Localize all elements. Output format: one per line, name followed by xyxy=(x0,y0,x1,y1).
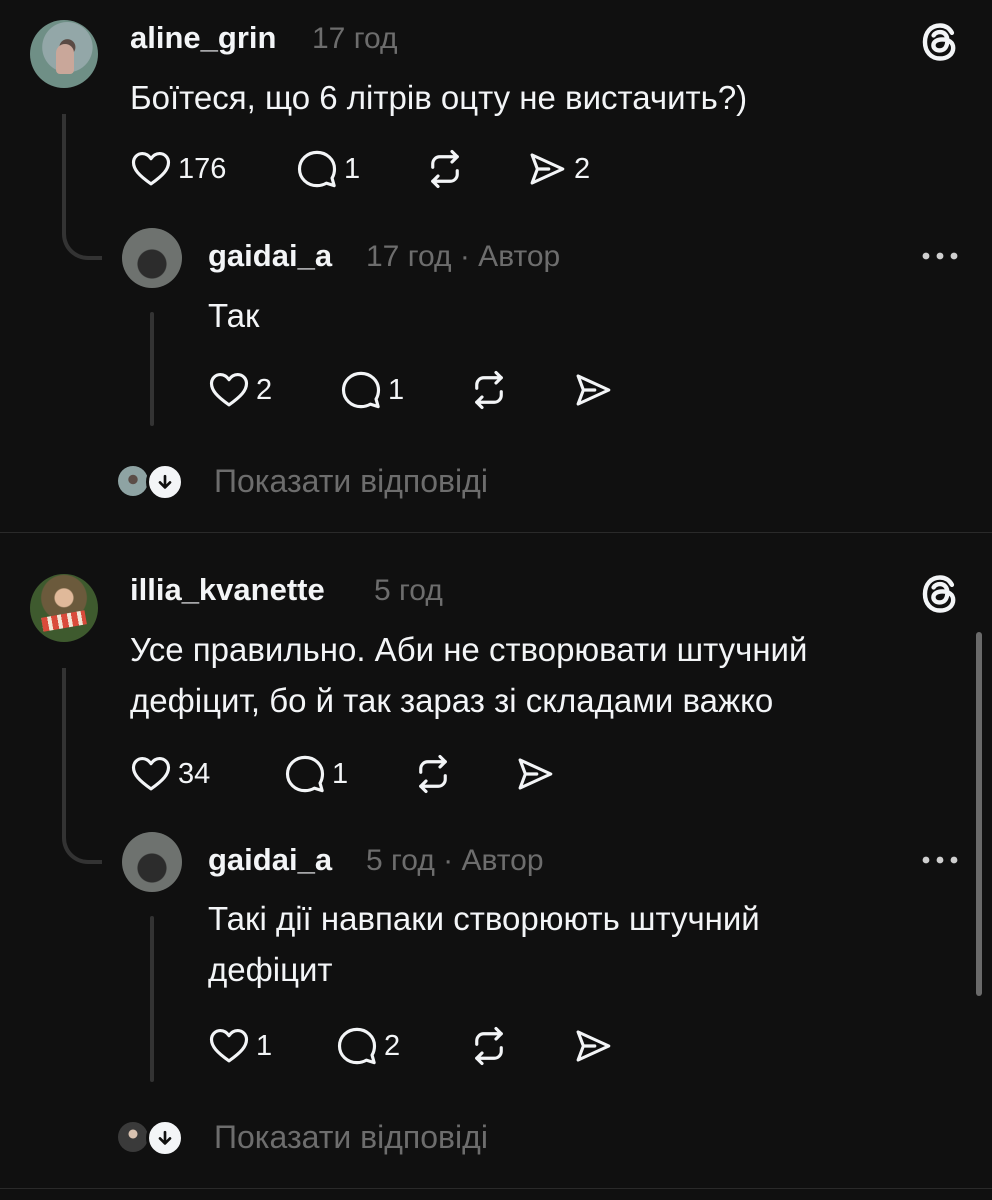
arrow-down-icon xyxy=(146,463,184,501)
share-button[interactable]: 2 xyxy=(526,148,590,190)
avatar xyxy=(118,1122,148,1152)
username[interactable]: gaidai_a xyxy=(208,238,332,274)
username[interactable]: illia_kvanette xyxy=(130,572,325,608)
timestamp: 5 год xyxy=(374,574,443,607)
avatar[interactable] xyxy=(30,20,98,88)
repost-button[interactable] xyxy=(468,1025,510,1067)
threads-logo-icon[interactable] xyxy=(918,572,962,616)
reply-count: 1 xyxy=(388,373,405,406)
repost-button[interactable] xyxy=(412,753,454,795)
username[interactable]: gaidai_a xyxy=(208,842,332,878)
reply-count: 2 xyxy=(384,1029,401,1062)
reply-meta: 17 год · Автор xyxy=(366,240,561,273)
repost-button[interactable] xyxy=(424,148,466,190)
speech-bubble-icon xyxy=(336,1025,378,1067)
threads-logo-icon[interactable] xyxy=(918,20,962,64)
reply-button[interactable]: 2 xyxy=(336,1025,400,1067)
thread-line xyxy=(150,312,154,426)
reply-text-line-1: Такі дії навпаки створюють штучний xyxy=(208,900,760,937)
like-button[interactable]: 2 xyxy=(208,369,272,411)
reply-count: 1 xyxy=(332,757,349,790)
speech-bubble-icon xyxy=(284,753,326,795)
repost-icon xyxy=(468,369,510,411)
show-replies-link[interactable]: Показати відповіді xyxy=(214,1119,488,1156)
avatar xyxy=(118,466,148,496)
thread-line xyxy=(150,916,154,1082)
heart-icon xyxy=(208,1025,250,1067)
reply-button[interactable]: 1 xyxy=(340,369,404,411)
share-button[interactable] xyxy=(572,369,614,411)
repost-icon xyxy=(424,148,466,190)
more-dots-icon[interactable] xyxy=(920,249,960,261)
divider xyxy=(0,532,992,533)
speech-bubble-icon xyxy=(296,148,338,190)
like-count: 176 xyxy=(178,152,227,185)
reply-meta: 5 год · Автор xyxy=(366,844,544,877)
reply-text: Так xyxy=(208,297,260,334)
share-button[interactable] xyxy=(572,1025,614,1067)
timestamp: 17 год xyxy=(312,22,398,55)
comment-text-line-1: Усе правильно. Аби не створювати штучний xyxy=(130,631,808,668)
speech-bubble-icon xyxy=(340,369,382,411)
share-count: 2 xyxy=(574,152,591,185)
send-icon xyxy=(514,753,556,795)
like-button[interactable]: 34 xyxy=(130,753,210,795)
like-button[interactable]: 176 xyxy=(130,148,226,190)
heart-icon xyxy=(130,753,172,795)
reply-text-line-2: дефіцит xyxy=(208,951,333,988)
share-button[interactable] xyxy=(514,753,556,795)
heart-icon xyxy=(208,369,250,411)
repost-button[interactable] xyxy=(468,369,510,411)
heart-icon xyxy=(130,148,172,190)
like-count: 1 xyxy=(256,1029,273,1062)
reply-count: 1 xyxy=(344,152,361,185)
reply-button[interactable]: 1 xyxy=(284,753,348,795)
like-count: 34 xyxy=(178,757,211,790)
comment-text-line-2: дефіцит, бо й так зараз зі складами важк… xyxy=(130,682,774,719)
divider xyxy=(0,1188,992,1189)
thread-connector xyxy=(62,668,102,864)
more-dots-icon[interactable] xyxy=(920,853,960,865)
like-count: 2 xyxy=(256,373,273,406)
avatar[interactable] xyxy=(122,832,182,892)
avatar[interactable] xyxy=(122,228,182,288)
arrow-down-icon xyxy=(146,1119,184,1157)
username[interactable]: aline_grin xyxy=(130,20,276,56)
thread-connector xyxy=(62,114,102,260)
show-replies-link[interactable]: Показати відповіді xyxy=(214,463,488,500)
scrollbar[interactable] xyxy=(976,632,982,996)
reply-button[interactable]: 1 xyxy=(296,148,360,190)
like-button[interactable]: 1 xyxy=(208,1025,272,1067)
repost-icon xyxy=(412,753,454,795)
send-icon xyxy=(572,369,614,411)
repost-icon xyxy=(468,1025,510,1067)
send-icon xyxy=(526,148,568,190)
comment-text: Боїтеся, що 6 літрів оцту не вистачить?) xyxy=(130,79,748,116)
avatar[interactable] xyxy=(30,574,98,642)
send-icon xyxy=(572,1025,614,1067)
